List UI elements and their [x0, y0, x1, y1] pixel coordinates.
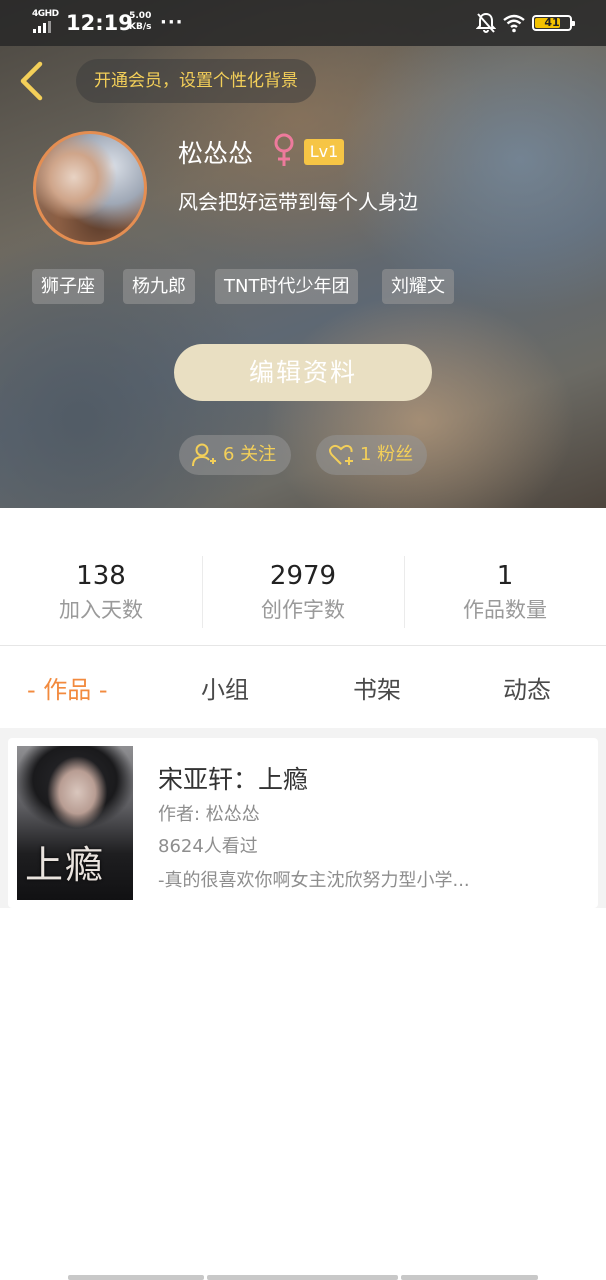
followers-count: 1 粉丝	[360, 444, 414, 465]
more-notifications-icon: ···	[160, 12, 184, 33]
stats-bar: 138 加入天数 2979 创作字数 1 作品数量	[0, 508, 606, 646]
add-user-icon	[192, 443, 216, 467]
avatar[interactable]	[33, 131, 147, 245]
stat-value: 2979	[269, 561, 337, 591]
cover-title: 上瘾	[25, 843, 106, 887]
stat-value: 138	[76, 561, 126, 591]
tab-works[interactable]: - 作品 -	[27, 670, 108, 705]
nav-indicator	[207, 1275, 398, 1280]
network-type-label: 4GHD	[32, 9, 59, 19]
nav-indicator	[68, 1275, 204, 1280]
tag[interactable]: TNT时代少年团	[215, 269, 359, 304]
book-author: 作者: 松怂怂	[158, 804, 260, 825]
tag[interactable]: 杨九郎	[123, 269, 195, 304]
signature: 风会把好运带到每个人身边	[178, 190, 418, 214]
network-speed: 5.00 KB/s	[129, 11, 151, 33]
tab-bookshelf[interactable]: 书架	[353, 670, 401, 705]
level-badge: Lv1	[304, 139, 344, 165]
clock: 12:19	[66, 11, 133, 35]
stat-label: 创作字数	[261, 598, 345, 622]
cellular-signal-icon: 4GHD	[32, 9, 62, 35]
book-views: 8624人看过	[158, 836, 258, 857]
stat-words-written[interactable]: 2979 创作字数	[202, 560, 404, 628]
nav-indicator	[401, 1275, 538, 1280]
network-speed-value: 5.00	[129, 11, 152, 21]
tag[interactable]: 狮子座	[32, 269, 104, 304]
username: 松怂怂	[178, 139, 254, 168]
list-item[interactable]: 上瘾 宋亚轩：上瘾 作者: 松怂怂 8624人看过 -真的很喜欢你啊女主沈欣努力…	[8, 738, 598, 908]
following-button[interactable]: 6 关注	[179, 435, 291, 475]
tag[interactable]: 刘耀文	[382, 269, 454, 304]
tab-activity[interactable]: 动态	[503, 670, 551, 705]
following-count: 6 关注	[223, 444, 277, 465]
vip-background-prompt[interactable]: 开通会员，设置个性化背景	[76, 59, 316, 103]
stat-value: 1	[496, 561, 514, 591]
battery-level: 41	[544, 16, 560, 29]
book-title: 宋亚轩：上瘾	[158, 765, 309, 794]
network-speed-unit: KB/s	[129, 22, 152, 32]
bell-muted-icon	[476, 12, 496, 33]
profile-header: 4GHD 12:19 5.00 KB/s ··· 41 开通会员，设置个性化背景…	[0, 0, 606, 508]
stat-label: 加入天数	[59, 598, 143, 622]
heart-plus-icon	[329, 444, 353, 465]
edit-profile-button[interactable]: 编辑资料	[174, 344, 432, 401]
profile-tabs: - 作品 - 小组 书架 动态	[0, 646, 606, 728]
tab-groups[interactable]: 小组	[201, 670, 249, 705]
followers-button[interactable]: 1 粉丝	[316, 435, 427, 475]
status-bar: 4GHD 12:19 5.00 KB/s ··· 41	[0, 0, 606, 46]
stat-days-joined[interactable]: 138 加入天数	[0, 560, 202, 628]
back-button[interactable]	[14, 58, 50, 104]
book-cover: 上瘾	[17, 746, 133, 900]
battery-icon: 41	[532, 15, 575, 31]
wifi-icon	[503, 14, 525, 33]
female-icon	[274, 133, 294, 166]
stat-label: 作品数量	[463, 598, 547, 622]
book-description: -真的很喜欢你啊女主沈欣努力型小学...	[158, 870, 470, 891]
chevron-left-icon	[20, 61, 43, 101]
stat-works-count[interactable]: 1 作品数量	[404, 560, 606, 628]
